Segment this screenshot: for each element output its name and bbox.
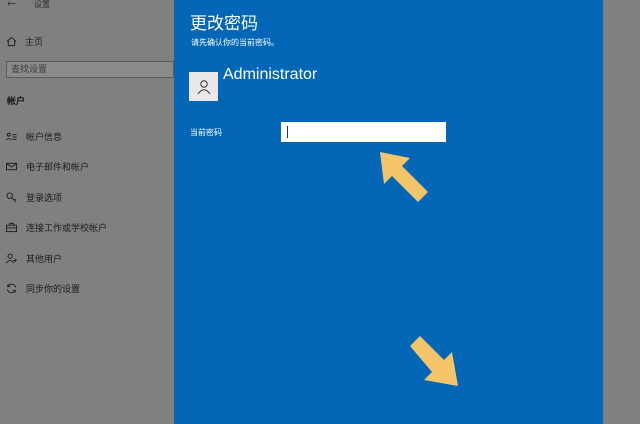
user-icon — [197, 79, 210, 94]
sidebar-item-sign-in-options[interactable]: 登录选项 — [6, 189, 174, 205]
key-icon — [6, 191, 17, 202]
person-card-icon — [6, 132, 17, 140]
sidebar-nav: 帐户信息 电子邮件和帐户 登录选项 连接工作或学校帐户 其他用户 同步你的设置 — [6, 128, 174, 311]
dialog-title: 更改密码 — [190, 14, 258, 34]
sidebar-item-account-info[interactable]: 帐户信息 — [6, 128, 174, 144]
sidebar-item-email-accounts[interactable]: 电子邮件和帐户 — [6, 159, 174, 175]
section-title: 帐户 — [7, 97, 26, 107]
app-title: 设置 — [34, 0, 50, 9]
annotation-arrow-down-right-icon — [410, 336, 458, 386]
briefcase-icon — [6, 222, 17, 233]
sidebar-item-work-school[interactable]: 连接工作或学校帐户 — [6, 220, 174, 236]
sidebar-item-sync-settings[interactable]: 同步你的设置 — [6, 281, 174, 297]
sidebar-item-label: 电子邮件和帐户 — [26, 163, 90, 173]
sidebar-item-label: 帐户信息 — [26, 132, 63, 143]
current-password-input[interactable] — [281, 122, 446, 142]
home-label: 主页 — [25, 37, 44, 48]
person-add-icon — [6, 253, 17, 263]
sidebar-item-label: 同步你的设置 — [26, 285, 81, 295]
annotation-arrow-up-left-icon — [380, 152, 428, 202]
search-input[interactable] — [6, 61, 174, 78]
home-link[interactable]: 主页 — [6, 34, 43, 48]
text-caret — [287, 126, 288, 138]
sidebar-item-label: 连接工作或学校帐户 — [26, 224, 108, 234]
sidebar-item-other-users[interactable]: 其他用户 — [6, 250, 174, 266]
username: Administrator — [223, 66, 318, 83]
avatar — [189, 72, 218, 101]
sidebar-item-label: 登录选项 — [26, 193, 63, 204]
change-password-dialog: 更改密码 请先确认你的当前密码。 Administrator 当前密码 — [174, 0, 603, 424]
sidebar-item-label: 其他用户 — [26, 254, 63, 265]
home-icon — [6, 36, 17, 46]
mail-icon — [6, 162, 17, 171]
dialog-subtitle: 请先确认你的当前密码。 — [191, 38, 279, 47]
sync-icon — [6, 283, 17, 294]
current-password-label: 当前密码 — [190, 128, 222, 137]
back-arrow-icon[interactable]: ← — [7, 0, 16, 10]
